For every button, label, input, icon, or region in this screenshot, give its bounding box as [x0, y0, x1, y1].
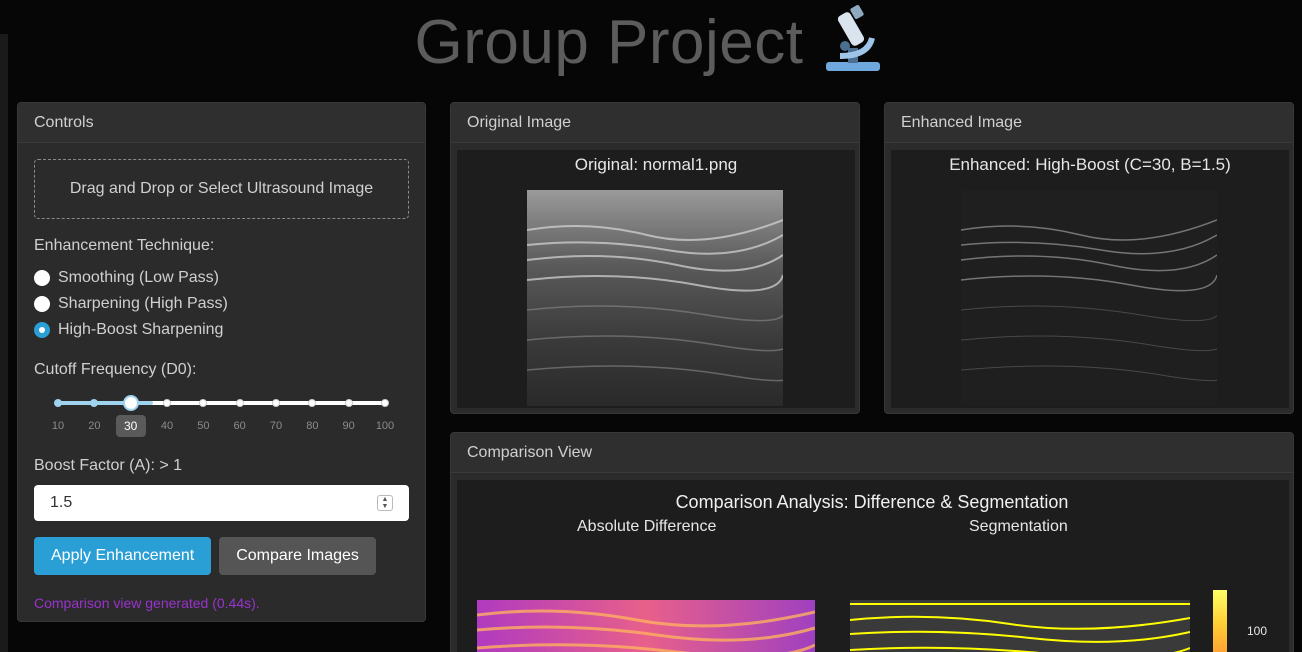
slider-step-dot[interactable] [163, 399, 171, 407]
slider-handle[interactable] [122, 395, 139, 411]
slider-tick-label: 70 [269, 420, 283, 432]
enhanced-image-caption: Enhanced: High-Boost (C=30, B=1.5) [949, 155, 1231, 174]
radio-high-boost[interactable]: High-Boost Sharpening [34, 317, 409, 343]
page-title: Group Project [0, 4, 1302, 89]
radio-label: Smoothing (Low Pass) [58, 269, 219, 286]
image-upload-dropzone[interactable]: Drag and Drop or Select Ultrasound Image [34, 159, 409, 219]
slider-step-dot[interactable] [54, 399, 62, 407]
slider-step-dot[interactable] [344, 399, 353, 407]
slider-tick-label: 90 [342, 420, 355, 432]
slider-tick-label: 100 [375, 420, 395, 432]
comparison-header: Comparison View [451, 433, 1293, 473]
app-page: Group Project Controls Drag and Drop or … [0, 0, 1302, 652]
status-message: Comparison view generated (0.44s). [34, 595, 260, 611]
slider-tick-label: 80 [306, 420, 319, 432]
boost-factor-input[interactable]: 1.5 ▲ ▼ [34, 485, 409, 521]
slider-tick-label: 40 [160, 420, 174, 432]
comparison-card: Comparison View Comparison Analysis: Dif… [450, 432, 1294, 652]
comparison-title: Comparison Analysis: Difference & Segmen… [675, 492, 1069, 512]
technique-radio-group: Smoothing (Low Pass) Sharpening (High Pa… [34, 265, 409, 343]
enhanced-ultrasound-image [961, 190, 1217, 406]
compare-images-button[interactable]: Compare Images [219, 537, 376, 575]
slider-step-dot[interactable] [235, 399, 244, 407]
segmentation-image [850, 600, 1190, 652]
colorbar [1213, 590, 1227, 652]
segmentation-label: Segmentation [969, 518, 1068, 535]
slider-step-dot[interactable] [381, 399, 389, 407]
absolute-difference-image [477, 600, 815, 652]
left-edge-panel [0, 34, 8, 652]
enhanced-image-header: Enhanced Image [885, 103, 1293, 143]
original-image-panel: Original: normal1.png [457, 150, 855, 408]
slider-fill [58, 401, 153, 405]
radio-button-checked[interactable] [34, 322, 50, 338]
radio-sharpening[interactable]: Sharpening (High Pass) [34, 291, 409, 317]
controls-header: Controls [18, 103, 425, 143]
action-buttons: Apply Enhancement Compare Images [34, 537, 409, 575]
slider-step-dot[interactable] [199, 399, 208, 407]
original-image-card: Original Image Original: normal1.png [450, 102, 860, 414]
slider-step-dot[interactable] [90, 399, 99, 407]
boost-label: Boost Factor (A): > 1 [34, 457, 183, 474]
page-title-text: Group Project [414, 7, 804, 77]
slider-tick-label: 50 [197, 420, 210, 432]
controls-card: Controls Drag and Drop or Select Ultraso… [17, 102, 426, 622]
microscope-icon [818, 4, 888, 89]
radio-button[interactable] [34, 270, 50, 286]
original-image-caption: Original: normal1.png [574, 155, 738, 174]
radio-button[interactable] [34, 296, 50, 312]
radio-smoothing[interactable]: Smoothing (Low Pass) [34, 265, 409, 291]
original-ultrasound-image [527, 190, 783, 406]
boost-factor-value: 1.5 [50, 494, 73, 511]
apply-enhancement-button[interactable]: Apply Enhancement [34, 537, 212, 575]
original-image-header: Original Image [451, 103, 859, 143]
comparison-panel: Comparison Analysis: Difference & Segmen… [457, 480, 1289, 652]
enhanced-image-panel: Enhanced: High-Boost (C=30, B=1.5) [891, 150, 1289, 408]
technique-label: Enhancement Technique: [34, 237, 215, 254]
cutoff-label: Cutoff Frequency (D0): [34, 361, 197, 378]
cutoff-slider[interactable]: 10 20 30 40 50 60 70 80 90 100 [34, 385, 409, 445]
slider-tick-label: 30 [115, 415, 146, 437]
radio-label: High-Boost Sharpening [58, 321, 224, 338]
enhanced-image-card: Enhanced Image Enhanced: High-Boost (C=3… [884, 102, 1294, 414]
slider-tick-label: 10 [51, 420, 65, 432]
colorbar-tick-label: 100 [1247, 624, 1268, 638]
radio-label: Sharpening (High Pass) [58, 295, 228, 312]
slider-tick-label: 20 [88, 420, 101, 432]
slider-step-dot[interactable] [308, 399, 317, 407]
absolute-difference-label: Absolute Difference [577, 518, 717, 535]
slider-step-dot[interactable] [272, 399, 280, 407]
number-spinner-icon[interactable]: ▲ ▼ [377, 495, 393, 511]
slider-tick-label: 60 [233, 420, 246, 432]
